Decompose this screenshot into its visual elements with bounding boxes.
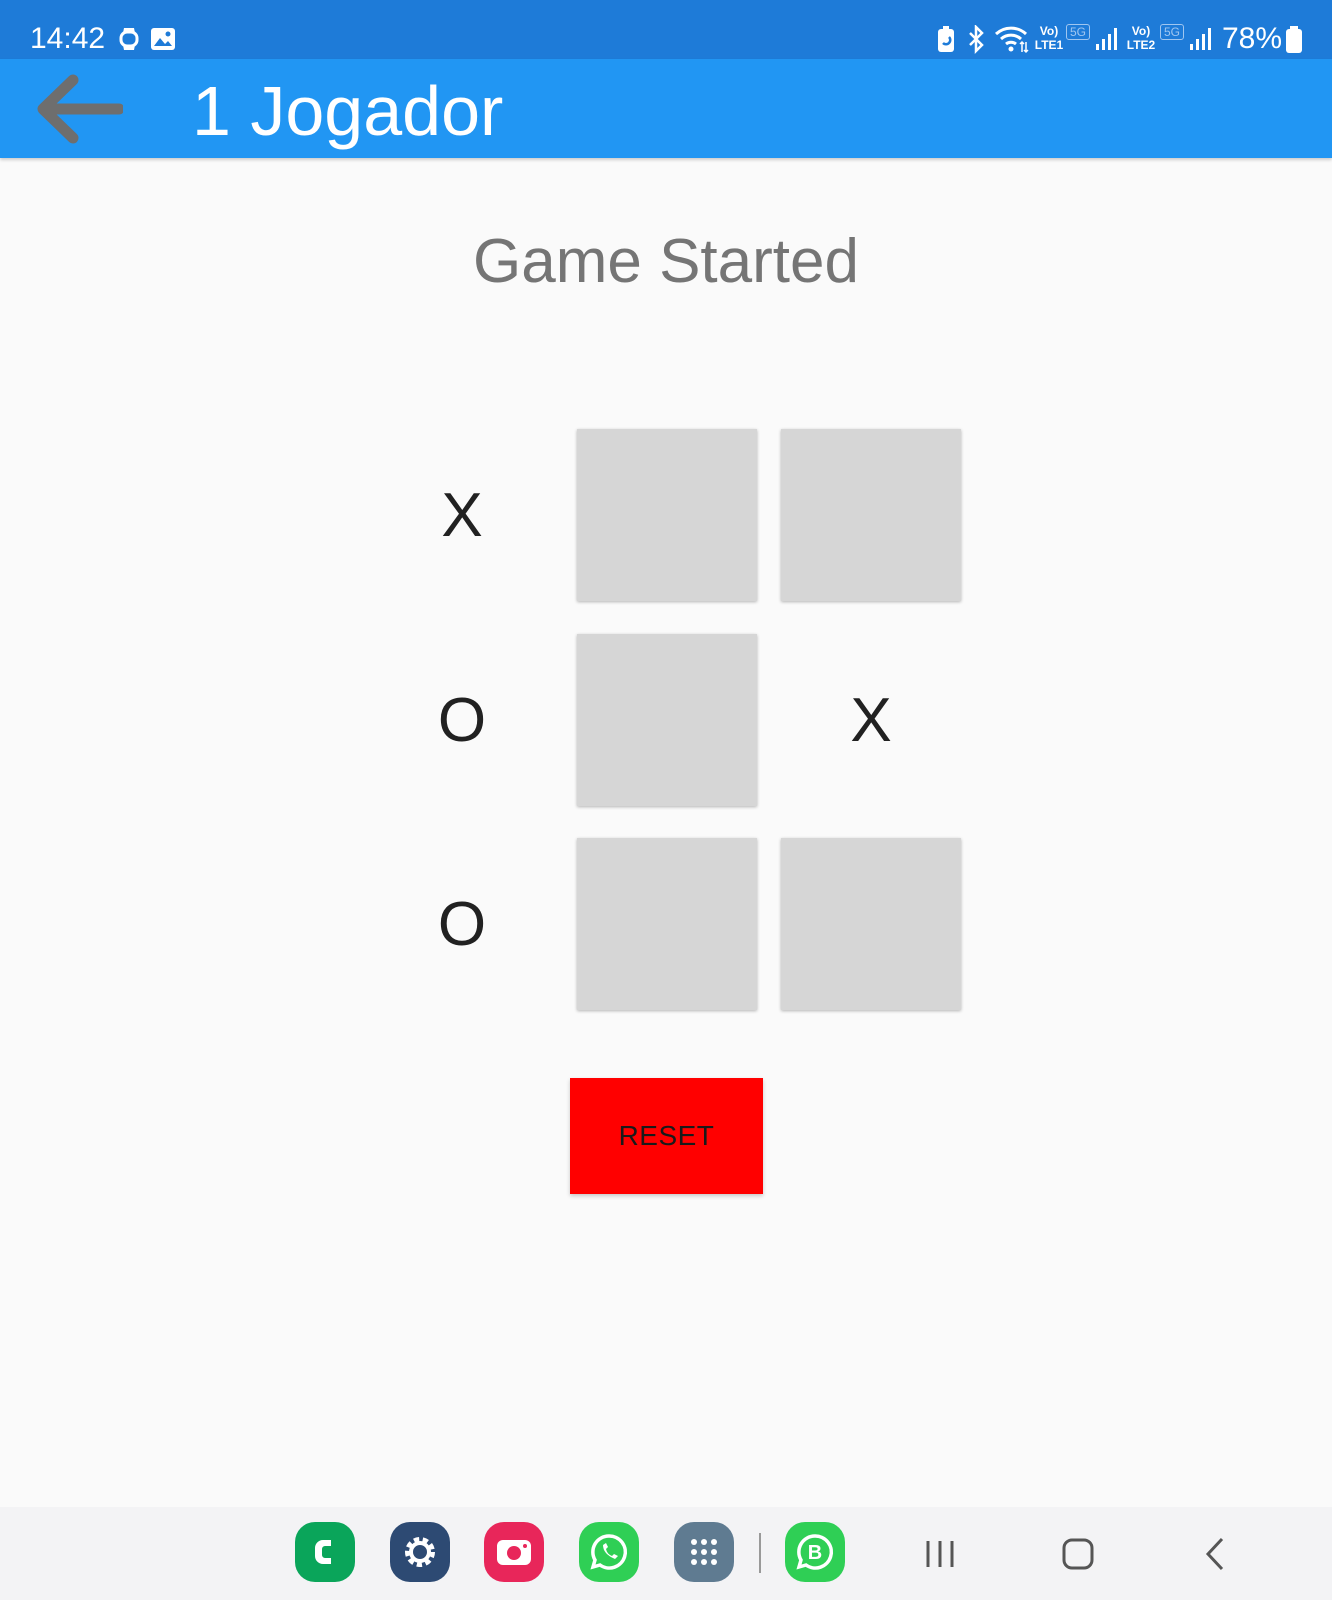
settings-app-icon[interactable] [390,1522,450,1582]
network-label-2: Vo) LTE2 [1126,24,1156,52]
cell-1-1[interactable] [577,634,757,806]
bottom-navigation: B [0,1507,1332,1600]
page-title: 1 Jogador [192,72,504,150]
home-icon[interactable] [1048,1529,1108,1579]
camera-app-icon[interactable] [484,1522,544,1582]
cell-1-2[interactable]: X [781,634,961,806]
cell-mark: X [850,685,892,755]
signal-icon-2 [1190,28,1211,50]
battery-percent: 78% [1221,22,1282,55]
network-label-1: Vo) LTE1 [1034,24,1064,52]
cell-mark: X [441,480,483,550]
recents-icon[interactable] [910,1529,970,1579]
reset-button[interactable]: RESET [570,1078,763,1194]
network-5g-label-2: 5G [1160,24,1184,56]
whatsapp-app-icon[interactable] [579,1522,639,1582]
app-bar: 1 Jogador [0,59,1332,158]
app-drawer-icon[interactable] [674,1522,734,1582]
battery-saver-icon [938,26,954,52]
bluetooth-icon [969,25,984,55]
wifi-icon [994,26,1029,54]
cell-0-2[interactable] [781,429,961,601]
status-bar: 14:42 Vo) LTE1 5G Vo) LTE2 5G 78% [0,0,1332,59]
dock-divider [759,1533,761,1573]
cell-mark: O [437,685,487,755]
back-button[interactable] [22,67,132,151]
cell-2-0[interactable]: O [372,838,552,1010]
watch-icon [119,28,139,50]
cell-2-1[interactable] [577,838,757,1010]
cell-mark: O [437,889,487,959]
cell-2-2[interactable] [781,838,961,1010]
battery-icon [1286,26,1302,53]
phone-app-icon[interactable] [295,1522,355,1582]
svg-text:B: B [808,1542,822,1564]
gallery-icon [151,28,175,50]
status-time: 14:42 [30,22,106,55]
whatsapp-business-app-icon[interactable]: B [785,1522,845,1582]
cell-0-1[interactable] [577,429,757,601]
back-nav-icon[interactable] [1185,1529,1245,1579]
game-status-text: Game Started [473,227,859,296]
network-5g-label-1: 5G [1066,24,1090,56]
screen: 14:42 Vo) LTE1 5G Vo) LTE2 5G 78% 1 Joga… [0,0,1332,1600]
cell-0-0[interactable]: X [372,429,552,601]
cell-1-0[interactable]: O [372,634,552,806]
signal-icon [1096,28,1117,50]
arrow-left-icon [37,74,123,144]
